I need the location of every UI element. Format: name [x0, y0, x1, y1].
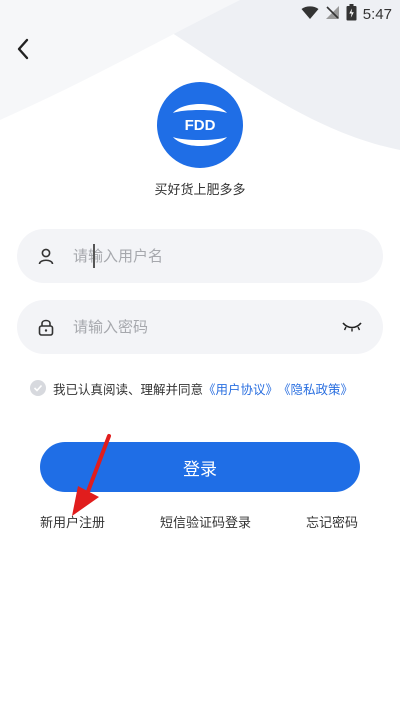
status-bar: 5:47 [0, 0, 400, 28]
lock-icon [35, 316, 57, 338]
battery-icon [346, 4, 357, 25]
eye-closed-icon[interactable] [341, 318, 363, 336]
text-cursor [93, 244, 95, 268]
agreement-checkbox[interactable] [30, 380, 46, 396]
app-slogan: 买好货上肥多多 [154, 183, 246, 198]
sms-login-link[interactable]: 短信验证码登录 [160, 512, 251, 531]
login-button[interactable]: 登录 [40, 442, 360, 492]
status-time: 5:47 [362, 6, 392, 23]
forgot-password-link[interactable]: 忘记密码 [306, 512, 358, 531]
agreement-row: 我已认真阅读、理解并同意 《用户协议》 《隐私政策》 [30, 378, 353, 398]
wifi-icon [301, 5, 319, 24]
user-icon [35, 245, 57, 267]
privacy-policy-link[interactable]: 《隐私政策》 [278, 379, 353, 398]
chevron-left-icon [17, 38, 29, 60]
password-input[interactable] [71, 317, 315, 337]
password-field-container[interactable] [17, 300, 383, 354]
username-input[interactable] [71, 246, 315, 266]
logo-text: FDD [185, 117, 216, 134]
username-field-container[interactable] [17, 229, 383, 283]
no-signal-icon [325, 5, 340, 24]
register-link[interactable]: 新用户注册 [40, 512, 105, 531]
agreement-text: 我已认真阅读、理解并同意 [53, 381, 204, 397]
app-logo: FDD [157, 82, 243, 168]
user-agreement-link[interactable]: 《用户协议》 [203, 379, 278, 398]
back-button[interactable] [10, 34, 36, 64]
check-icon [33, 384, 43, 392]
